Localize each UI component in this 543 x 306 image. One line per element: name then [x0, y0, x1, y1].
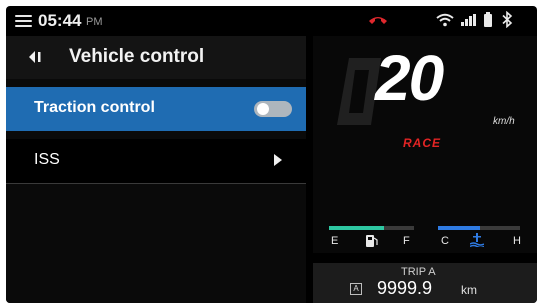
- menu-header: Vehicle control: [6, 36, 306, 79]
- dashboard-screen: 05:44 PM Vehicle control Traction contro…: [6, 6, 537, 303]
- clock-time: 05:44: [38, 11, 82, 30]
- temp-min-label: C: [441, 235, 449, 247]
- back-icon[interactable]: [28, 50, 44, 64]
- chevron-right-icon: [274, 154, 282, 166]
- status-bar: 05:44 PM: [6, 6, 537, 36]
- menu-title: Vehicle control: [69, 46, 205, 67]
- temp-gauge-empty: [480, 226, 520, 230]
- trip-panel: TRIP A A 9999.9 km: [313, 263, 537, 303]
- temp-gauge-fill: [438, 226, 480, 230]
- toggle-knob: [257, 103, 269, 115]
- trip-value: 9999.9: [377, 278, 433, 298]
- vehicle-control-menu: Vehicle control Traction control ISS: [6, 36, 306, 303]
- speed-unit: km/h: [493, 116, 515, 127]
- clock-ampm: PM: [86, 16, 103, 28]
- ride-mode: RACE: [403, 136, 442, 150]
- fuel-gauge-empty: [384, 226, 414, 230]
- fuel-min-label: E: [331, 235, 339, 247]
- trip-unit: km: [461, 283, 477, 297]
- menu-item-traction-control[interactable]: Traction control: [6, 87, 306, 131]
- coolant-temp-icon: [470, 233, 484, 247]
- speed-value: 20: [375, 42, 444, 114]
- traction-control-toggle[interactable]: [254, 101, 292, 117]
- call-end-icon: [369, 17, 387, 24]
- trip-title: TRIP A: [401, 266, 436, 278]
- wifi-icon: [436, 13, 454, 27]
- bluetooth-icon: [502, 11, 513, 28]
- temp-max-label: H: [513, 235, 521, 247]
- fuel-pump-icon: [366, 235, 378, 247]
- menu-icon[interactable]: [15, 15, 32, 27]
- fuel-max-label: F: [403, 235, 410, 247]
- menu-item-label: Traction control: [34, 99, 155, 116]
- trip-a-badge: A: [350, 283, 362, 295]
- speed-panel: 20 km/h RACE E F C H: [313, 36, 537, 253]
- menu-item-iss[interactable]: ISS: [6, 139, 306, 184]
- battery-icon: [484, 12, 492, 27]
- fuel-gauge-fill: [329, 226, 384, 230]
- menu-item-label: ISS: [34, 151, 60, 168]
- signal-icon: [461, 14, 476, 26]
